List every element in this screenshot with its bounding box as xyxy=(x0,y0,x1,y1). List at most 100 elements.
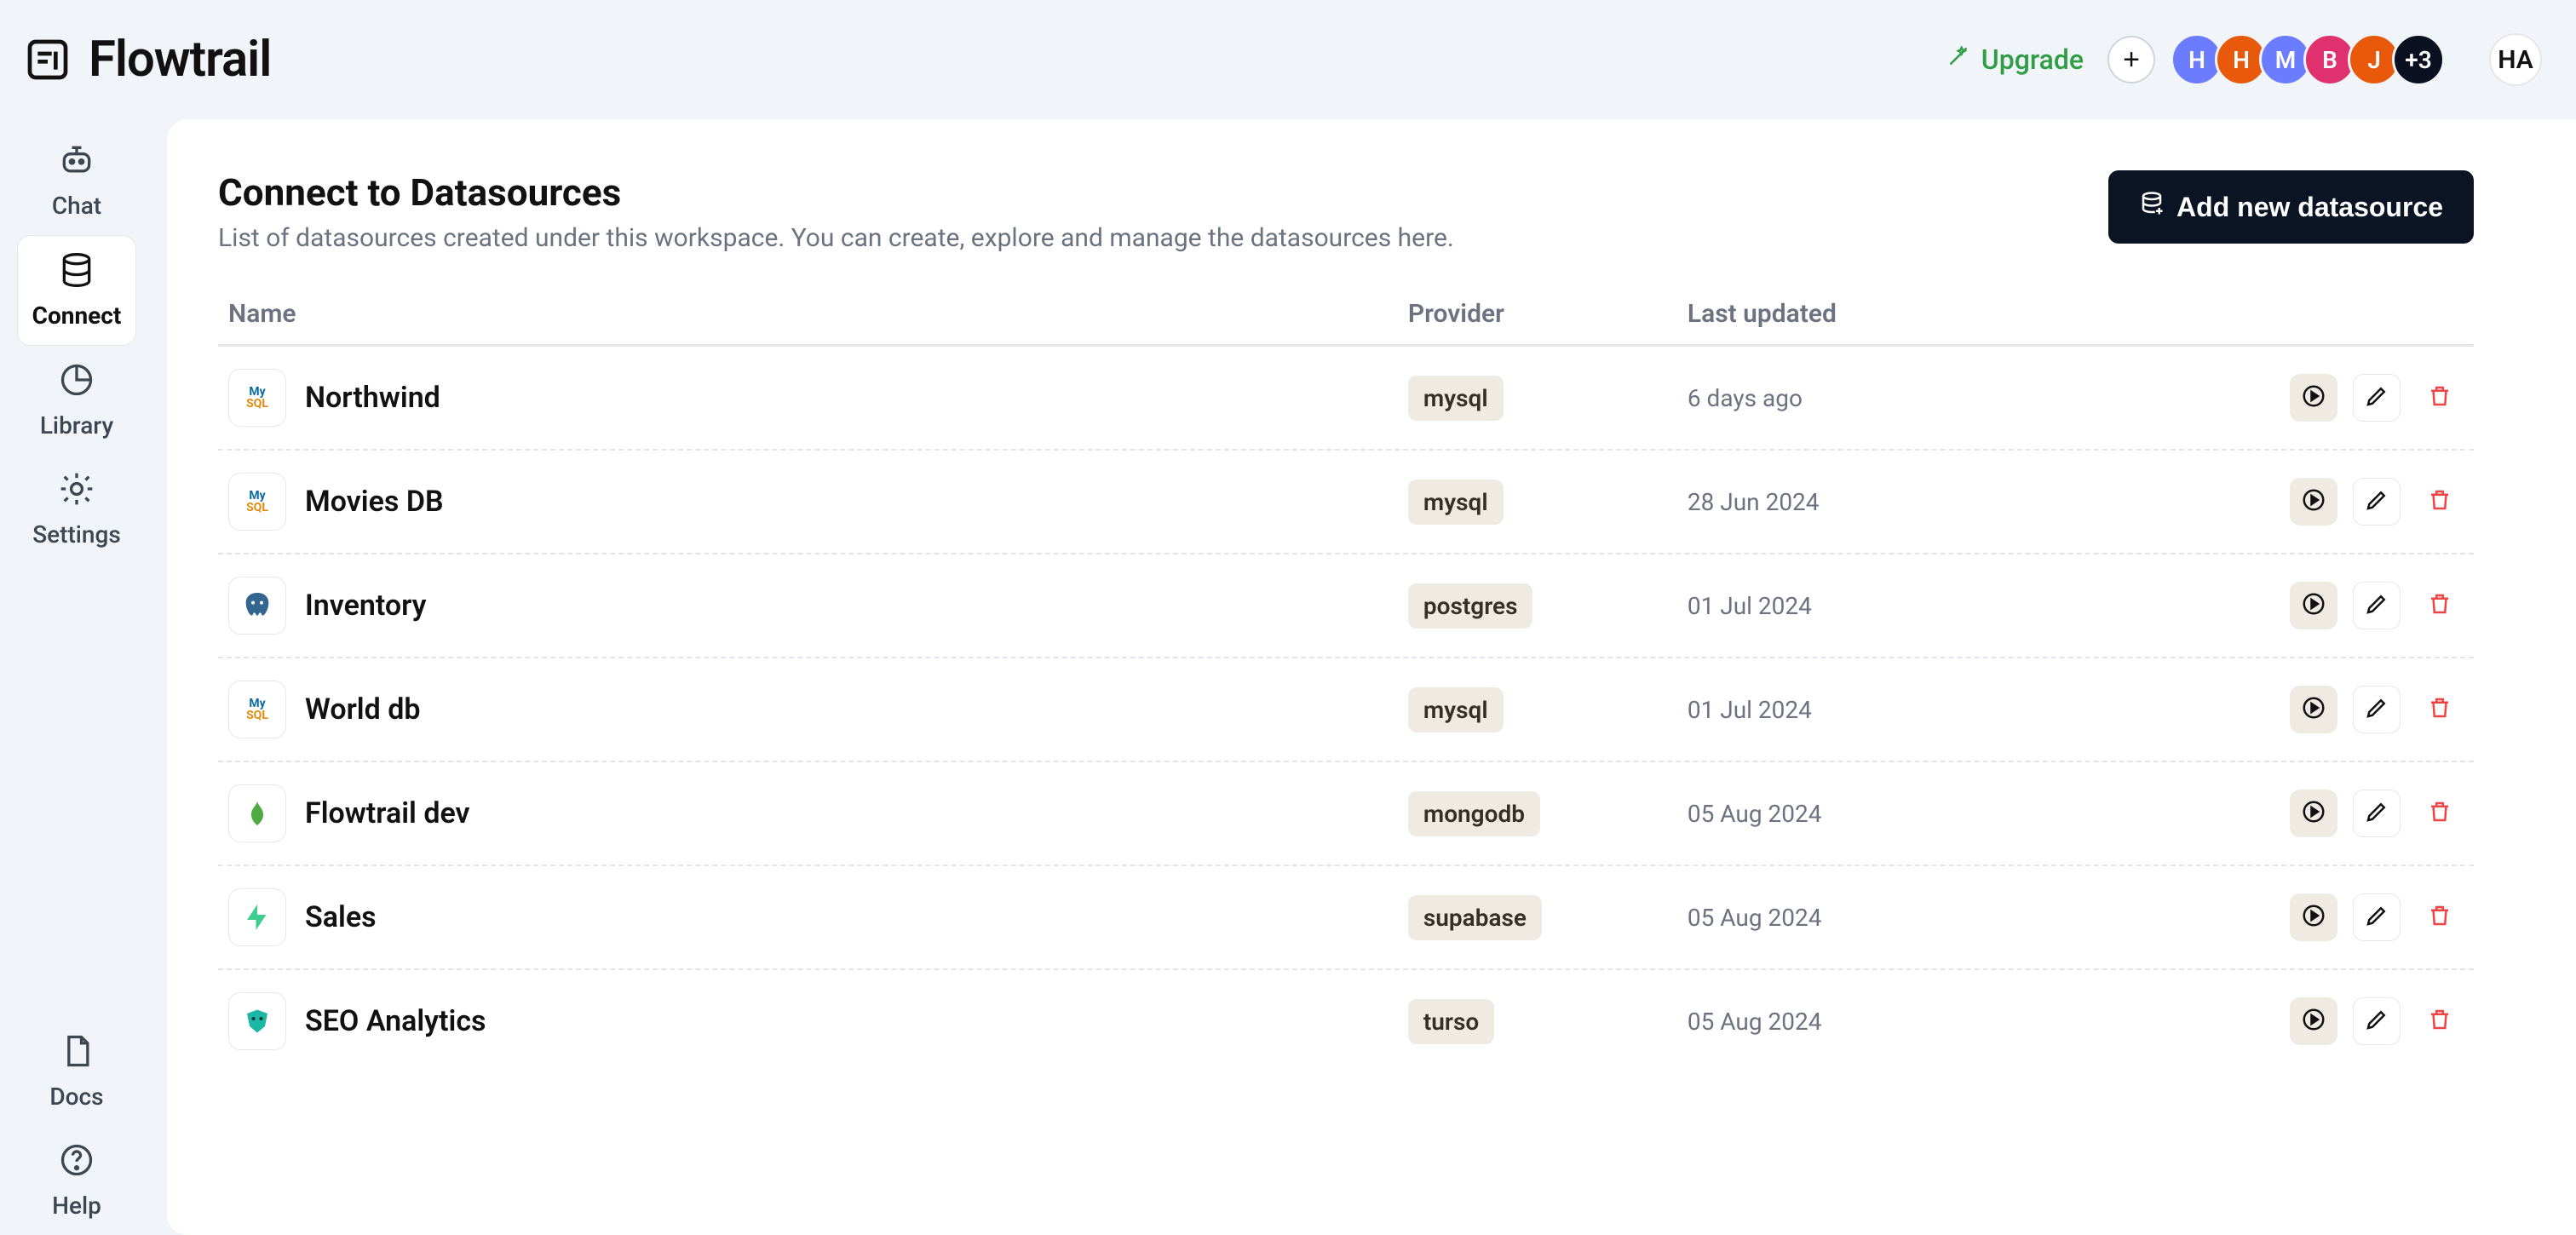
gear-icon xyxy=(58,470,95,514)
upgrade-link[interactable]: Upgrade xyxy=(1946,43,2084,76)
datasource-name: Northwind xyxy=(305,381,440,415)
datasource-name: Sales xyxy=(305,900,377,934)
brand[interactable]: Flowtrail xyxy=(20,31,271,89)
database-icon xyxy=(58,251,95,295)
datasource-name: SEO Analytics xyxy=(305,1004,486,1038)
delete-button[interactable] xyxy=(2416,790,2464,837)
sidebar-item-label: Chat xyxy=(52,192,101,220)
sidebar-item-library[interactable]: Library xyxy=(17,346,136,455)
sidebar-item-connect[interactable]: Connect xyxy=(17,235,136,346)
table-row: MySQLWorld dbmysql01 Jul 2024 xyxy=(218,658,2474,762)
edit-button[interactable] xyxy=(2353,478,2401,526)
run-button[interactable] xyxy=(2290,790,2337,837)
page-title: Connect to Datasources xyxy=(218,170,1454,215)
last-updated: 05 Aug 2024 xyxy=(1688,800,2122,828)
delete-button[interactable] xyxy=(2416,374,2464,422)
trash-icon xyxy=(2427,695,2452,724)
main-panel: Connect to Datasources List of datasourc… xyxy=(167,119,2576,1235)
edit-button[interactable] xyxy=(2353,790,2401,837)
table-row: SEO Analyticsturso05 Aug 2024 xyxy=(218,970,2474,1072)
trash-icon xyxy=(2427,903,2452,932)
datasource-name: Movies DB xyxy=(305,485,444,519)
add-datasource-button[interactable]: Add new datasource xyxy=(2108,170,2474,244)
trash-icon xyxy=(2427,1007,2452,1036)
delete-button[interactable] xyxy=(2416,997,2464,1045)
run-button[interactable] xyxy=(2290,686,2337,733)
provider-pill: mysql xyxy=(1408,376,1504,421)
provider-pill: mongodb xyxy=(1408,791,1540,836)
mysql-icon: MySQL xyxy=(228,473,286,531)
upgrade-label: Upgrade xyxy=(1981,43,2084,76)
database-plus-icon xyxy=(2139,191,2165,223)
trash-icon xyxy=(2427,487,2452,516)
col-provider: Provider xyxy=(1408,299,1688,329)
provider-pill: postgres xyxy=(1408,583,1533,629)
pencil-icon xyxy=(2364,903,2389,932)
play-circle-icon xyxy=(2301,799,2326,828)
add-datasource-label: Add new datasource xyxy=(2176,192,2443,223)
add-member-button[interactable]: + xyxy=(2107,36,2155,83)
edit-button[interactable] xyxy=(2353,893,2401,941)
provider-pill: supabase xyxy=(1408,895,1542,940)
pencil-icon xyxy=(2364,383,2389,412)
pencil-icon xyxy=(2364,487,2389,516)
last-updated: 6 days ago xyxy=(1688,384,2122,412)
wand-icon xyxy=(1946,43,1971,76)
last-updated: 01 Jul 2024 xyxy=(1688,592,2122,620)
pencil-icon xyxy=(2364,591,2389,620)
run-button[interactable] xyxy=(2290,893,2337,941)
run-button[interactable] xyxy=(2290,582,2337,629)
play-circle-icon xyxy=(2301,487,2326,516)
topbar: Flowtrail Upgrade + HHMBJ+3 HA xyxy=(0,0,2576,119)
sidebar-item-settings[interactable]: Settings xyxy=(17,455,136,564)
edit-button[interactable] xyxy=(2353,374,2401,422)
datasource-name: Flowtrail dev xyxy=(305,796,470,830)
current-user-avatar[interactable]: HA xyxy=(2489,33,2542,86)
pencil-icon xyxy=(2364,695,2389,724)
delete-button[interactable] xyxy=(2416,686,2464,733)
play-circle-icon xyxy=(2301,903,2326,932)
trash-icon xyxy=(2427,799,2452,828)
delete-button[interactable] xyxy=(2416,893,2464,941)
sidebar-item-label: Connect xyxy=(32,302,122,330)
delete-button[interactable] xyxy=(2416,582,2464,629)
table-row: MySQL Northwind mysql 6 days ago xyxy=(218,347,2474,451)
edit-button[interactable] xyxy=(2353,686,2401,733)
brand-name: Flowtrail xyxy=(89,31,271,89)
pencil-icon xyxy=(2364,1007,2389,1036)
table-row: Flowtrail dev mongodb 05 Aug 2024 xyxy=(218,762,2474,866)
postgres-icon xyxy=(228,577,286,635)
run-button[interactable] xyxy=(2290,374,2337,422)
run-button[interactable] xyxy=(2290,478,2337,526)
member-avatar-more[interactable]: +3 xyxy=(2392,33,2445,86)
edit-button[interactable] xyxy=(2353,997,2401,1045)
datasources-table: Name Provider Last updated MySQLNorthwin… xyxy=(218,284,2474,1072)
current-user-label: HA xyxy=(2498,45,2533,75)
play-circle-icon xyxy=(2301,1007,2326,1036)
trash-icon xyxy=(2427,383,2452,412)
table-row: Inventorypostgres01 Jul 2024 xyxy=(218,554,2474,658)
mysql-icon: MySQL xyxy=(228,369,286,427)
col-name: Name xyxy=(228,299,1408,329)
edit-button[interactable] xyxy=(2353,582,2401,629)
datasource-name: World db xyxy=(305,692,421,727)
turso-icon xyxy=(228,992,286,1050)
run-button[interactable] xyxy=(2290,997,2337,1045)
pencil-icon xyxy=(2364,799,2389,828)
last-updated: 05 Aug 2024 xyxy=(1688,904,2122,932)
sidebar-item-help[interactable]: Help xyxy=(17,1126,136,1235)
brand-logo-icon xyxy=(20,32,75,87)
last-updated: 28 Jun 2024 xyxy=(1688,488,2122,516)
delete-button[interactable] xyxy=(2416,478,2464,526)
sidebar-item-label: Library xyxy=(40,411,113,439)
page-subtitle: List of datasources created under this w… xyxy=(218,223,1454,253)
play-circle-icon xyxy=(2301,591,2326,620)
last-updated: 01 Jul 2024 xyxy=(1688,696,2122,724)
sidebar: Chat Connect Library Settings DocsHelp xyxy=(0,119,153,1235)
robot-icon xyxy=(58,141,95,185)
trash-icon xyxy=(2427,591,2452,620)
sidebar-item-chat[interactable]: Chat xyxy=(17,126,136,235)
doc-icon xyxy=(58,1032,95,1076)
pie-icon xyxy=(58,361,95,405)
sidebar-item-docs[interactable]: Docs xyxy=(17,1017,136,1126)
